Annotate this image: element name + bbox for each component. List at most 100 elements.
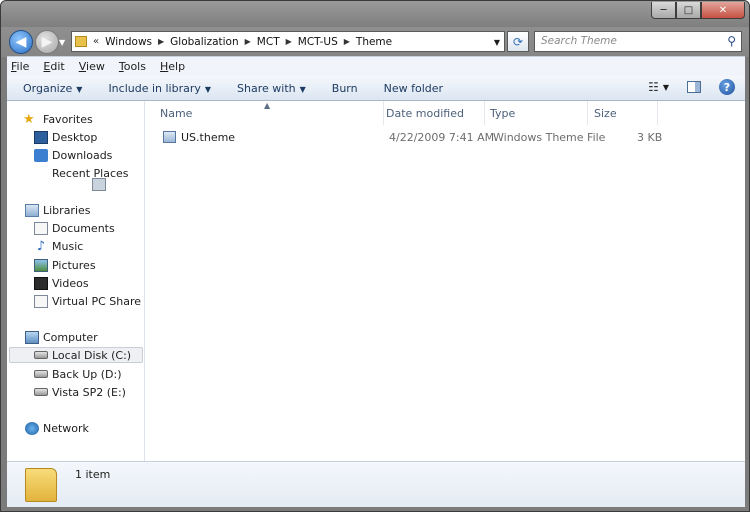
maximize-button[interactable]: □ <box>676 2 701 19</box>
recent-pages-dropdown-icon[interactable]: ▼ <box>59 38 65 47</box>
sort-ascending-icon: ▲ <box>264 101 271 110</box>
desktop-icon <box>34 130 48 144</box>
folder-icon <box>25 468 57 502</box>
breadcrumb-theme[interactable]: Theme <box>356 36 392 48</box>
explorer-window: ─ □ ✕ ◀ ▶ ▼ « Windows ▶ Globalization ▶ … <box>0 0 750 512</box>
sidebar-item-label: Recent Places <box>52 166 129 180</box>
help-icon[interactable]: ? <box>719 79 735 95</box>
sidebar-item-label: Vista SP2 (E:) <box>52 385 126 399</box>
sidebar-item-label: Computer <box>43 330 98 344</box>
breadcrumb-separator-icon[interactable]: ▶ <box>158 37 164 46</box>
sidebar-item-label: Favorites <box>43 112 93 126</box>
sidebar-item-computer[interactable]: Computer <box>25 329 98 345</box>
hard-drive-icon <box>34 388 48 396</box>
file-row[interactable]: US.theme 4/22/2009 7:41 AM Windows Theme… <box>159 129 739 147</box>
organize-button[interactable]: Organize ▼ <box>7 82 92 95</box>
navigation-bar: ◀ ▶ ▼ « Windows ▶ Globalization ▶ MCT ▶ … <box>1 27 749 57</box>
folder-icon <box>75 36 87 47</box>
menu-bar: File Edit View Tools Help <box>7 56 745 76</box>
view-controls: ☷ ▼ ? <box>648 79 735 95</box>
sidebar-item-label: Music <box>52 239 84 253</box>
breadcrumb-separator-icon[interactable]: ▶ <box>344 37 350 46</box>
computer-icon <box>25 330 39 344</box>
sidebar-item-libraries[interactable]: Libraries <box>25 202 91 218</box>
file-date-modified: 4/22/2009 7:41 AM <box>389 131 495 144</box>
preview-pane-icon[interactable] <box>687 81 701 93</box>
sidebar-item-label: Desktop <box>52 130 98 144</box>
share-with-button[interactable]: Share with ▼ <box>221 82 316 95</box>
breadcrumb-windows[interactable]: Windows <box>105 36 152 48</box>
breadcrumb-globalization[interactable]: Globalization <box>170 36 238 48</box>
sidebar-item-label: Pictures <box>52 258 96 272</box>
chevron-down-icon: ▼ <box>299 84 306 94</box>
sidebar-item-videos[interactable]: Videos <box>34 275 89 291</box>
breadcrumb-mct-us[interactable]: MCT-US <box>298 36 338 48</box>
sidebar-item-label: Network <box>43 421 89 435</box>
column-header-date-modified[interactable]: Date modified <box>378 101 485 125</box>
sidebar-item-network[interactable]: Network <box>25 420 89 436</box>
menu-tools[interactable]: Tools <box>119 60 146 73</box>
recent-places-icon <box>92 177 106 191</box>
menu-file[interactable]: File <box>11 60 29 73</box>
hard-drive-icon <box>34 370 48 378</box>
breadcrumb-overflow-icon[interactable]: « <box>93 36 99 47</box>
menu-view[interactable]: View <box>79 60 105 73</box>
document-icon <box>34 294 48 308</box>
file-size: 3 KB <box>637 131 663 144</box>
refresh-button[interactable]: ⟳ <box>507 31 529 52</box>
sidebar-item-virtual-pc-share[interactable]: Virtual PC Share <box>34 293 141 309</box>
sidebar-item-documents[interactable]: Documents <box>34 220 115 236</box>
sidebar-item-favorites[interactable]: ★ Favorites <box>23 111 93 127</box>
address-bar[interactable]: « Windows ▶ Globalization ▶ MCT ▶ MCT-US… <box>71 31 505 52</box>
content-area: ★ Favorites Desktop Downloads Recent Pla… <box>7 101 745 461</box>
sidebar-item-recent-places[interactable]: Recent Places <box>34 165 129 191</box>
sidebar-item-desktop[interactable]: Desktop <box>34 129 97 145</box>
search-input[interactable]: Search Theme ⚲ <box>534 31 742 52</box>
file-list[interactable]: Name ▲ Date modified Type Size US.theme … <box>146 101 745 461</box>
include-in-library-button[interactable]: Include in library ▼ <box>92 82 221 95</box>
close-button[interactable]: ✕ <box>701 2 745 19</box>
chevron-down-icon: ▼ <box>76 84 83 94</box>
sidebar-item-label: Downloads <box>52 148 113 162</box>
column-header-type[interactable]: Type <box>482 101 588 125</box>
sidebar-item-downloads[interactable]: Downloads <box>34 147 112 163</box>
view-options-dropdown-icon[interactable]: ▼ <box>663 83 669 92</box>
documents-icon <box>34 221 48 235</box>
new-folder-button[interactable]: New folder <box>368 82 453 95</box>
details-pane: 1 item <box>7 461 745 507</box>
chevron-down-icon: ▼ <box>204 84 212 94</box>
item-count: 1 item <box>75 468 111 481</box>
star-icon: ★ <box>23 111 35 127</box>
file-name: US.theme <box>181 131 236 144</box>
menu-edit[interactable]: Edit <box>43 60 64 73</box>
sidebar-item-label: Libraries <box>43 203 91 217</box>
breadcrumb-separator-icon[interactable]: ▶ <box>286 37 292 46</box>
burn-button[interactable]: Burn <box>316 82 368 95</box>
search-placeholder: Search Theme <box>541 35 617 47</box>
minimize-button[interactable]: ─ <box>651 2 676 19</box>
pictures-icon <box>34 258 48 272</box>
file-type: Windows Theme File <box>493 131 606 144</box>
command-bar: Organize ▼ Include in library ▼ Share with… <box>7 76 745 101</box>
sidebar-item-back-up[interactable]: Back Up (D:) <box>34 366 122 382</box>
theme-file-icon <box>163 131 176 143</box>
back-button[interactable]: ◀ <box>9 30 33 54</box>
search-icon[interactable]: ⚲ <box>727 34 736 48</box>
navigation-pane[interactable]: ★ Favorites Desktop Downloads Recent Pla… <box>7 101 145 461</box>
sidebar-item-label: Back Up (D:) <box>52 367 122 381</box>
breadcrumb-separator-icon[interactable]: ▶ <box>245 37 251 46</box>
sidebar-item-music[interactable]: ♪ Music <box>34 238 83 254</box>
sidebar-item-label: Virtual PC Share <box>52 294 141 308</box>
menu-help[interactable]: Help <box>160 60 185 73</box>
title-bar[interactable]: ─ □ ✕ <box>1 1 749 29</box>
downloads-icon <box>34 148 48 162</box>
address-dropdown-icon[interactable]: ▼ <box>494 38 500 47</box>
change-view-icon[interactable]: ☷ <box>648 80 659 94</box>
sidebar-item-vista-sp2[interactable]: Vista SP2 (E:) <box>34 384 126 400</box>
music-icon: ♪ <box>36 238 46 254</box>
sidebar-item-local-disk[interactable]: Local Disk (C:) <box>9 347 143 363</box>
column-header-size[interactable]: Size <box>586 101 658 125</box>
forward-button[interactable]: ▶ <box>35 30 59 54</box>
sidebar-item-pictures[interactable]: Pictures <box>34 257 96 273</box>
breadcrumb-mct[interactable]: MCT <box>257 36 280 48</box>
